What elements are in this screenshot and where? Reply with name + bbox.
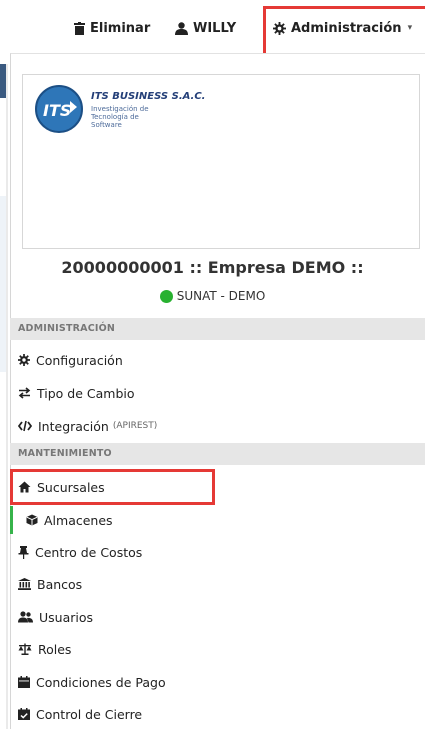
logo-arrow-icon: ITS xyxy=(43,101,77,120)
menu-item-almacenes[interactable]: Almacenes xyxy=(26,508,113,532)
menu-item-label: Configuración xyxy=(36,352,123,368)
menu-item-label: Control de Cierre xyxy=(36,706,143,722)
logo-mark: ITS xyxy=(35,85,83,133)
menu-item-tipo-cambio[interactable]: Tipo de Cambio xyxy=(18,381,135,405)
menu-item-control-cierre[interactable]: Control de Cierre xyxy=(18,702,142,726)
page-divider xyxy=(6,64,8,729)
calendar-check-icon xyxy=(18,708,30,720)
status-badge: SUNAT - DEMO xyxy=(0,289,425,303)
logo-tagline: Investigación de Tecnología de Software xyxy=(91,105,149,129)
menu-item-bancos[interactable]: Bancos xyxy=(18,572,82,596)
trash-icon xyxy=(74,21,85,35)
balance-scale-icon xyxy=(18,643,32,655)
svg-text:ITS: ITS xyxy=(43,101,71,120)
integration-note: (APIREST) xyxy=(112,421,158,431)
menu-item-label: Tipo de Cambio xyxy=(37,385,135,401)
menu-item-usuarios[interactable]: Usuarios xyxy=(18,605,93,629)
menu-item-label: Integración xyxy=(38,418,109,434)
company-title: 20000000001 :: Empresa DEMO :: xyxy=(61,258,364,277)
user-label: WILLY xyxy=(193,20,237,36)
section-header-maintenance: MANTENIMIENTO xyxy=(10,443,425,465)
menu-item-condiciones-pago[interactable]: Condiciones de Pago xyxy=(18,670,166,694)
user-icon xyxy=(175,21,188,35)
delete-label: Eliminar xyxy=(90,20,151,36)
menu-item-label: Roles xyxy=(38,641,72,657)
menu-item-label: Bancos xyxy=(37,576,83,592)
menu-item-label: Usuarios xyxy=(39,609,94,625)
bank-icon xyxy=(18,578,31,590)
cube-icon xyxy=(26,514,38,526)
menu-item-configuracion[interactable]: Configuración xyxy=(18,348,123,372)
menu-item-label: Almacenes xyxy=(44,512,113,528)
thumbtack-icon xyxy=(18,545,29,559)
menu-item-sucursales[interactable]: Sucursales xyxy=(18,475,105,499)
company-logo: ITS ITS BUSINESS S.A.C. Investigación de… xyxy=(22,74,420,249)
logo-name: ITS BUSINESS S.A.C. xyxy=(91,91,206,102)
delete-button[interactable]: Eliminar xyxy=(74,18,150,38)
status-label: SUNAT - DEMO xyxy=(176,289,266,303)
users-icon xyxy=(18,611,33,623)
home-icon xyxy=(18,481,31,493)
menu-item-integracion[interactable]: Integración (APIREST) xyxy=(18,414,157,438)
menu-item-label: Sucursales xyxy=(37,479,105,495)
menu-item-roles[interactable]: Roles xyxy=(18,637,71,661)
menu-item-label: Centro de Costos xyxy=(35,544,143,560)
exchange-arrows-icon xyxy=(18,387,31,399)
section-header-admin: ADMINISTRACIÓN xyxy=(10,318,425,340)
menu-item-centro-costos[interactable]: Centro de Costos xyxy=(18,540,142,564)
user-menu[interactable]: WILLY xyxy=(175,18,236,38)
calendar-icon xyxy=(18,676,30,688)
page-panel-edge xyxy=(0,196,6,372)
active-indicator xyxy=(10,506,13,534)
code-icon xyxy=(18,420,32,432)
menu-item-label: Condiciones de Pago xyxy=(36,674,166,690)
gear-icon xyxy=(18,354,30,366)
status-dot-icon xyxy=(159,289,173,303)
